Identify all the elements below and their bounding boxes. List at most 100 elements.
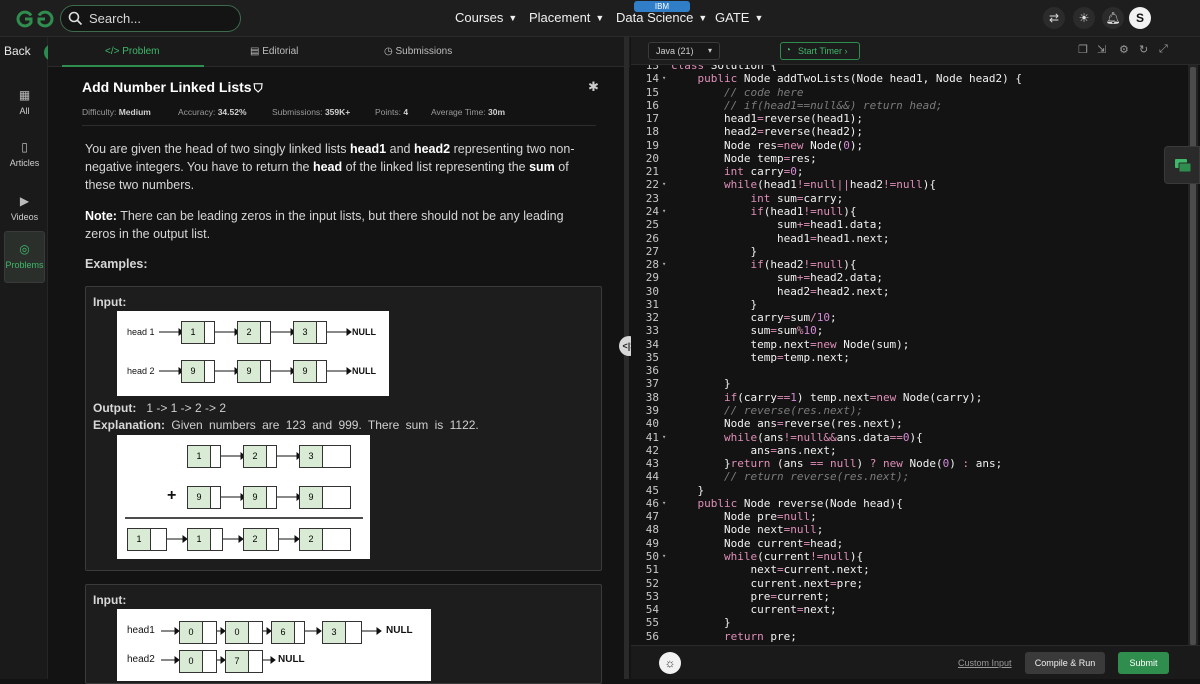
code-line: head1=reverse(head1); [671,112,864,126]
examples-heading: Examples: [85,257,148,271]
copy-icon[interactable]: ❐ [1078,43,1088,56]
code-line: // return reverse(res.next); [723,470,910,484]
sidebar-item-videos[interactable]: ▶ Videos [4,184,45,236]
fold-chevron-icon[interactable]: ▾ [662,552,666,560]
fold-chevron-icon[interactable]: ▾ [662,499,666,507]
line-number: 34 [645,337,659,351]
export-icon[interactable]: ⇲ [1097,43,1106,56]
chat-icon [1175,159,1192,173]
top-bar: Search... Courses ▼ Placement ▼ IBM Data S… [0,0,1200,37]
tab-problem[interactable]: </> Problem [105,46,160,57]
code-line: public Node addTwoLists(Node head1, Node… [697,72,1023,86]
code-line: } [671,377,731,391]
lightbulb-icon[interactable]: ☼ [659,652,681,674]
nav-courses[interactable]: Courses ▼ [455,10,517,25]
nav-placement[interactable]: Placement ▼ [529,10,604,25]
start-timer-button[interactable]: ◔ Start Timer › [780,42,860,60]
video-icon: ▶ [19,194,30,208]
explanation-line: Explanation: Given numbers are 123 and 9… [93,418,479,432]
list-node: 6 [271,621,305,644]
settings-icon[interactable]: ⚙ [1119,43,1129,56]
line-number: 19 [645,138,659,152]
list-node: 9 [293,360,327,383]
translate-icon[interactable]: ⇄ [1043,7,1065,29]
list-node: 2 [299,528,351,551]
avatar[interactable]: S [1129,7,1151,29]
code-line: current=next; [671,603,837,617]
chevron-right-icon: › [844,46,848,56]
tab-submissions[interactable]: ◷ Submissions [384,46,452,57]
bookmark-icon[interactable]: ⛉ [254,81,263,95]
list-node: 7 [225,650,263,673]
list-node: 3 [293,321,327,344]
custom-input-link[interactable]: Custom Input [958,658,1012,668]
notification-bell-icon[interactable]: 🔔︎ [1102,7,1124,29]
line-number: 20 [645,151,659,165]
code-line: Node pre=null; [671,510,817,524]
panel-divider[interactable] [624,37,629,679]
fullscreen-icon[interactable]: ⤢ [1159,43,1168,56]
line-number: 18 [645,125,659,139]
list-node: 9 [243,486,277,509]
nav-gate[interactable]: GATE ▼ [715,10,763,25]
list-node: 9 [181,360,215,383]
sidebar-item-problems[interactable]: ◎ Problems [4,231,45,283]
search-input[interactable]: Search... [60,5,241,32]
code-line: sum+=head2.data; [671,271,883,285]
tab-editorial[interactable]: ▤ Editorial [250,46,298,57]
code-area[interactable]: 13 class Solution {14 ▾ public Node addTwo… [631,65,1193,644]
sidebar-item-label: Videos [10,212,39,222]
line-number: 45 [645,483,659,497]
line-number: 54 [645,603,659,617]
theme-toggle-icon[interactable]: ☀ [1073,7,1095,29]
fold-chevron-icon[interactable]: ▾ [662,207,666,215]
list-node: 2 [237,321,271,344]
report-bug-icon[interactable]: ✱ [588,79,599,95]
gfg-logo-icon[interactable] [16,9,54,29]
list-node: 1 [181,321,215,344]
line-number: 22 [645,178,659,192]
language-select[interactable]: Java (21) ▾ [648,42,720,60]
back-label: Back [4,44,31,58]
code-line: int sum=carry; [750,191,844,205]
reset-icon[interactable]: ↻ [1139,43,1148,56]
compile-run-button[interactable]: Compile & Run [1025,652,1105,674]
code-line: head1=head1.next; [671,231,890,245]
fold-chevron-icon[interactable]: ▾ [662,260,666,268]
problem-note: Note: There can be leading zeros in the … [85,209,564,241]
chat-button[interactable] [1164,146,1200,184]
line-number: 46 [645,496,659,510]
list-node: 1 [187,445,221,468]
line-number: 28 [645,258,659,272]
code-line: // if(head1==null&&) return head; [723,98,943,112]
nav-data-science[interactable]: Data Science ▼ [616,10,707,25]
example-box: Input: head 1 head 2 1 2 3 NULL 9 9 9 NU… [85,286,602,571]
line-number: 21 [645,165,659,179]
list-node: 0 [225,621,263,644]
chevron-down-icon: ▼ [508,13,518,23]
line-number: 27 [645,244,659,258]
line-number: 38 [645,390,659,404]
sidebar-item-articles[interactable]: ▯ Articles [4,130,45,182]
line-number: 56 [645,629,659,643]
code-line: Node ans=reverse(res.next); [671,417,903,431]
code-line: // reverse(res.next); [723,404,864,418]
line-number: 26 [645,231,659,245]
list-node: 9 [237,360,271,383]
line-number: 32 [645,311,659,325]
chevron-down-icon: ▼ [698,13,708,23]
line-number: 15 [645,85,659,99]
line-number: 30 [645,284,659,298]
fold-chevron-icon[interactable]: ▾ [662,180,666,188]
fold-chevron-icon[interactable]: ▾ [662,433,666,441]
list-node: 3 [299,445,351,468]
sidebar-item-all[interactable]: ▦ All [4,78,45,130]
fold-chevron-icon[interactable]: ▾ [662,74,666,82]
history-icon: ◷ [384,46,393,57]
search-icon [68,11,83,26]
list-node: 9 [187,486,221,509]
chevron-down-icon: ▼ [595,13,605,23]
code-line: // code here [723,85,804,99]
timer-icon: ◔ [785,45,792,56]
submit-button[interactable]: Submit [1118,652,1169,674]
